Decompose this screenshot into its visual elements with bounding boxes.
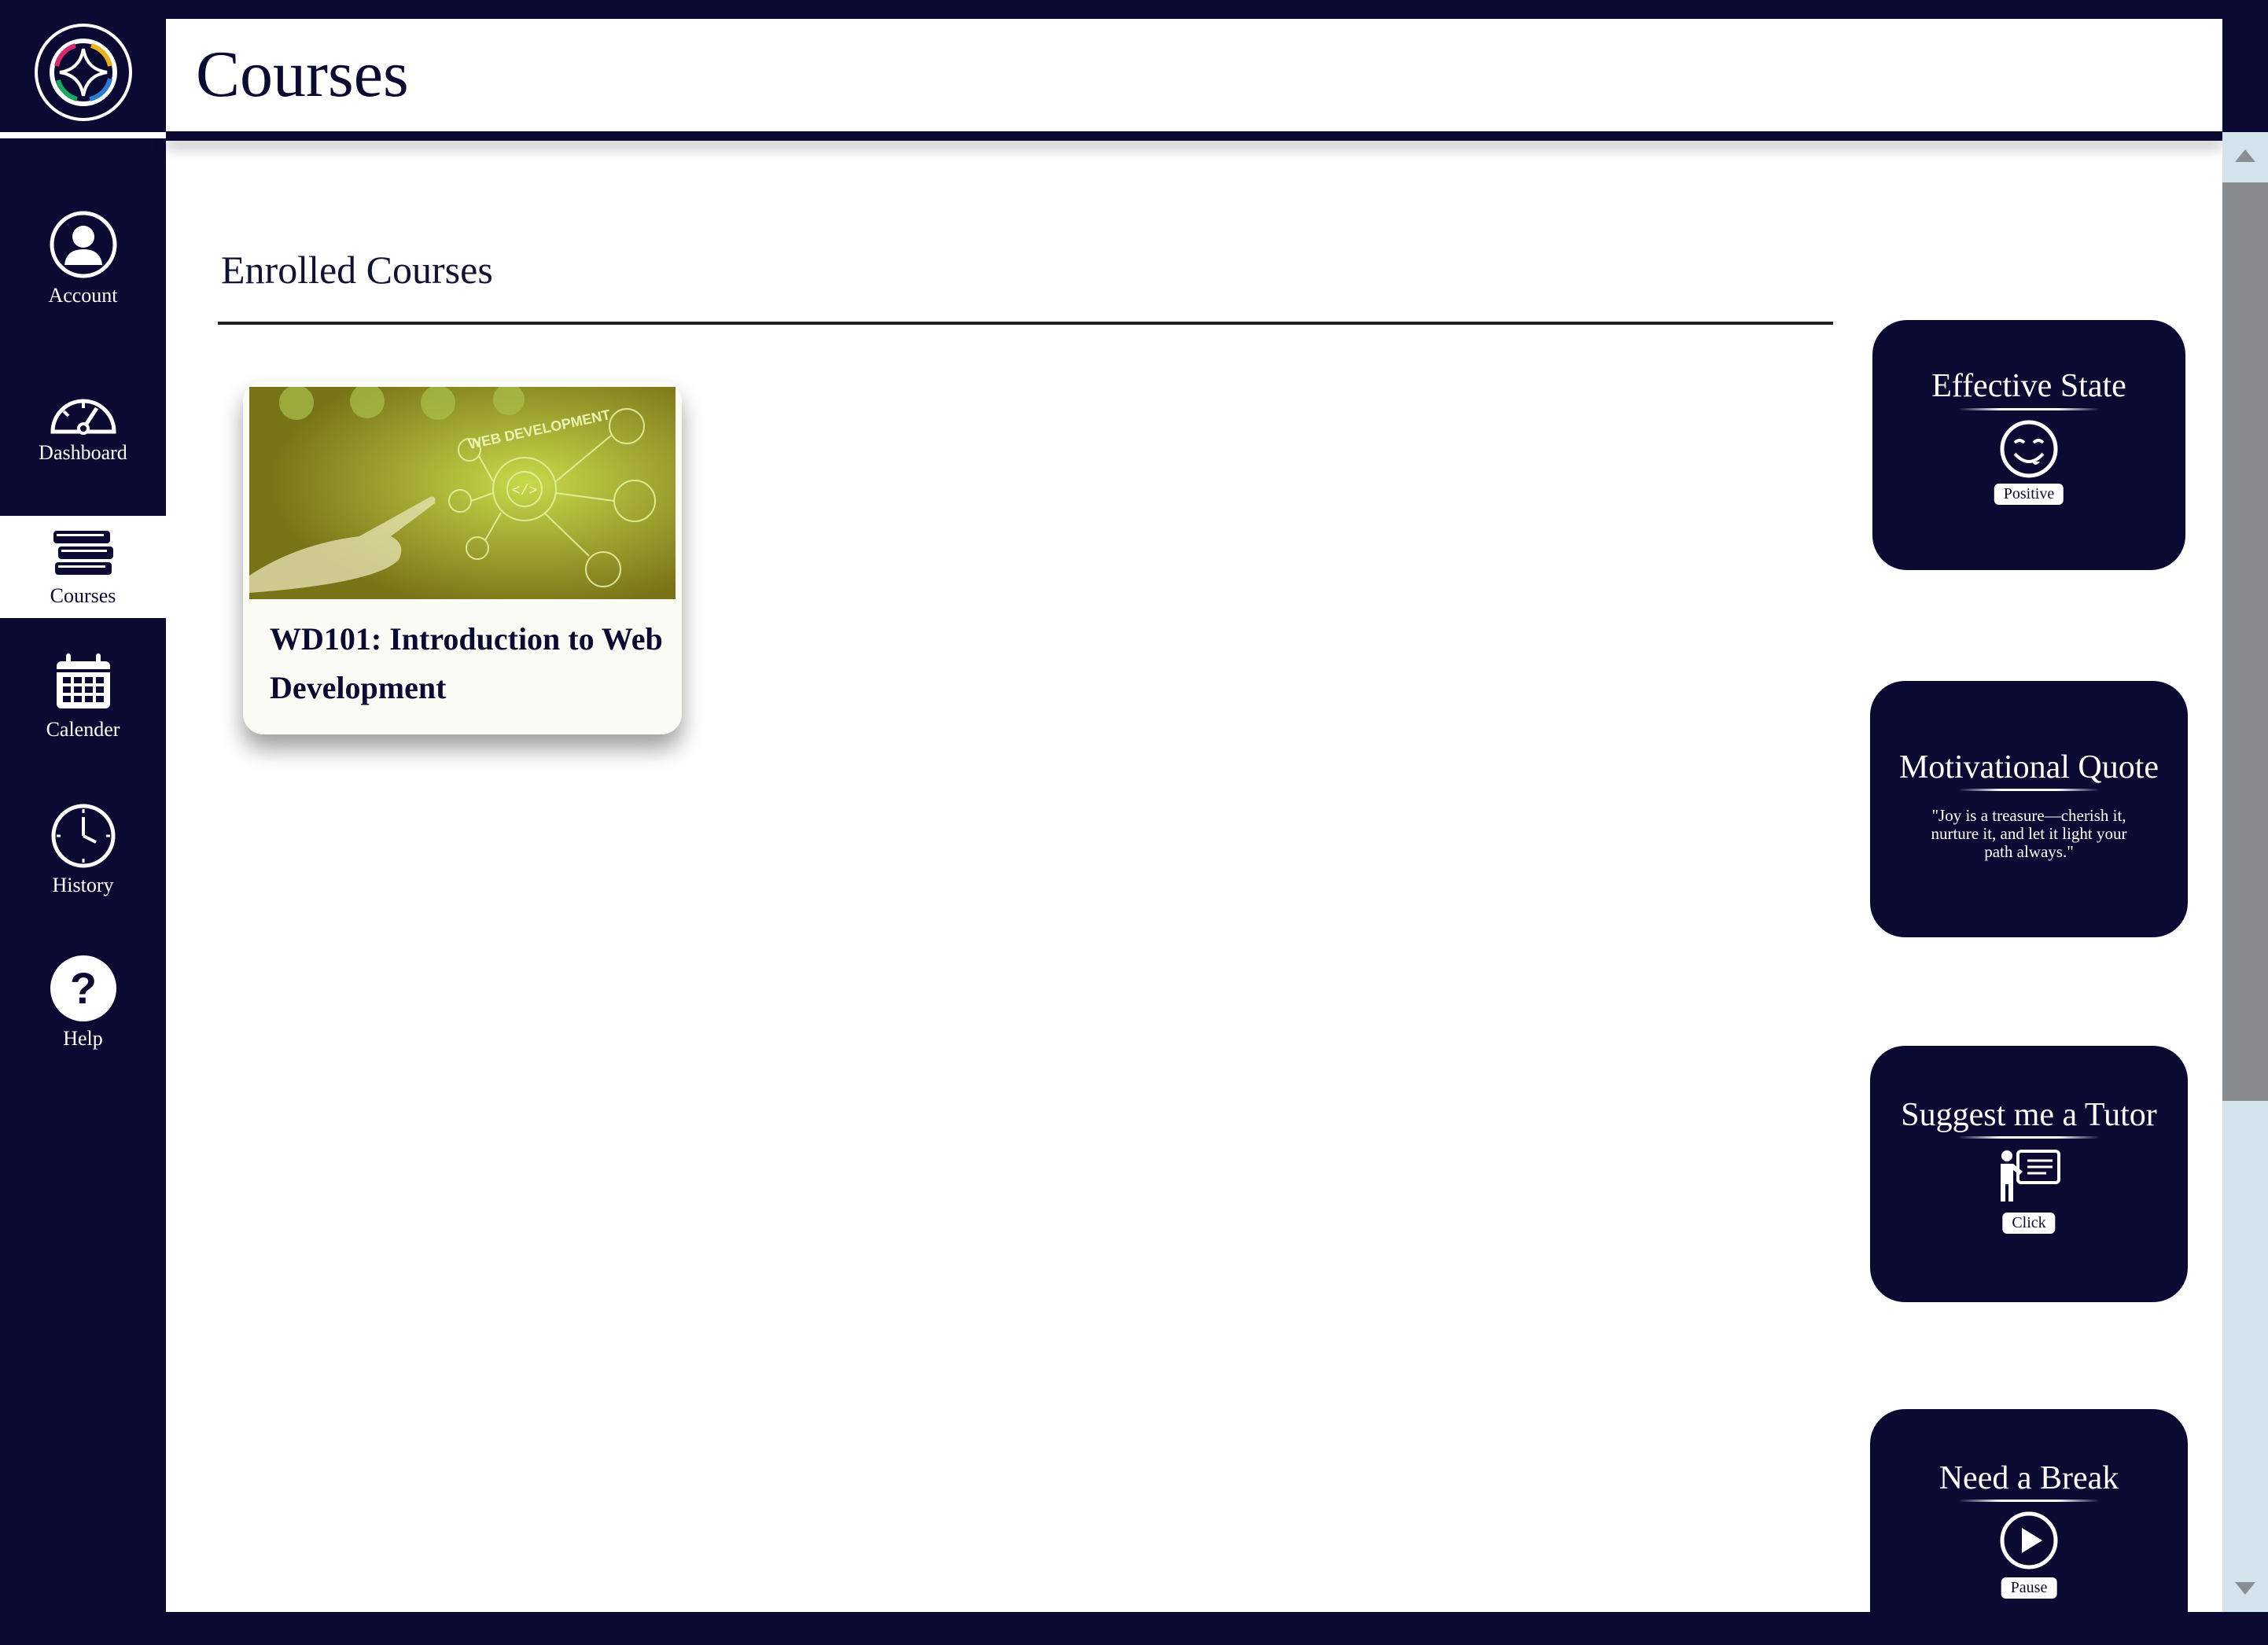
course-image: </> WEB DEVELOPMENT — [249, 387, 676, 599]
sidebar-item-label: History — [52, 874, 114, 896]
sidebar-item-label: Calender — [46, 718, 120, 741]
scroll-down-arrow[interactable] — [2222, 1565, 2268, 1612]
sidebar-item-label: Courses — [50, 584, 116, 607]
widget-title: Motivational Quote — [1898, 749, 2159, 786]
sidebar-item-help[interactable]: ? Help — [0, 951, 166, 1054]
sidebar-item-label: Dashboard — [39, 441, 127, 464]
svg-text:?: ? — [69, 963, 96, 1013]
motivational-quote-widget: Motivational Quote "Joy is a treasure—ch… — [1870, 681, 2188, 937]
help-icon: ? — [50, 955, 116, 1021]
logo[interactable] — [35, 24, 132, 121]
widget-underline — [1958, 789, 2100, 791]
effective-state-widget: Effective State Positive — [1872, 320, 2185, 570]
logo-icon — [50, 39, 117, 106]
calendar-icon — [56, 653, 110, 708]
page-title: Courses — [196, 38, 409, 111]
svg-text:</>: </> — [512, 484, 537, 499]
sidebar-item-label: Help — [63, 1027, 103, 1050]
logo-separator — [0, 132, 166, 138]
widget-title: Need a Break — [1938, 1460, 2119, 1496]
widget-title: Suggest me a Tutor — [1901, 1097, 2157, 1133]
sidebar-item-courses[interactable]: Courses — [0, 516, 166, 618]
triangle-up-icon — [2235, 149, 2255, 162]
sidebar-item-calendar[interactable]: Calender — [0, 645, 166, 747]
tutor-icon — [2001, 1150, 2060, 1202]
sidebar-item-account[interactable]: Account — [0, 208, 166, 310]
suggest-tutor-widget: Suggest me a Tutor Click — [1870, 1046, 2188, 1302]
positive-button[interactable]: Positive — [1994, 484, 2064, 505]
click-button[interactable]: Click — [2002, 1213, 2056, 1234]
pause-button[interactable]: Pause — [2001, 1577, 2057, 1599]
widget-title: Effective State — [1931, 368, 2126, 404]
header-bar: Courses — [166, 19, 2222, 131]
widget-underline — [1958, 1500, 2100, 1502]
scrollbar-thumb[interactable] — [2222, 182, 2268, 1101]
web-development-illustration: </> WEB DEVELOPMENT — [249, 387, 676, 599]
books-icon — [53, 531, 113, 575]
play-icon[interactable] — [1998, 1510, 2060, 1571]
smiley-icon — [2000, 420, 2058, 478]
triangle-down-icon — [2235, 1582, 2255, 1595]
section-divider — [218, 322, 1833, 325]
quote-text: "Joy is a treasure—cherish it, nurture i… — [1931, 806, 2127, 861]
section-title: Enrolled Courses — [221, 248, 493, 292]
widget-underline — [1958, 1136, 2100, 1139]
sidebar: Account Dashboard Courses Calender Histo… — [0, 0, 166, 1612]
header-divider — [166, 131, 2222, 141]
course-card[interactable]: </> WEB DEVELOPMENT WD101: Introduction … — [243, 381, 682, 734]
widget-underline — [1958, 408, 2100, 410]
course-title[interactable]: WD101: Introduction to Web Development — [270, 615, 663, 712]
scroll-up-arrow[interactable] — [2222, 132, 2268, 179]
account-icon — [50, 211, 116, 278]
app-frame: Account Dashboard Courses Calender Histo… — [0, 0, 2268, 1645]
sidebar-item-history[interactable]: History — [0, 799, 166, 901]
sidebar-item-dashboard[interactable]: Dashboard — [0, 377, 166, 480]
clock-icon — [51, 804, 115, 868]
dashboard-gauge-icon — [50, 399, 116, 435]
need-break-widget: Need a Break Pause — [1870, 1409, 2188, 1645]
sidebar-item-label: Account — [48, 284, 118, 307]
